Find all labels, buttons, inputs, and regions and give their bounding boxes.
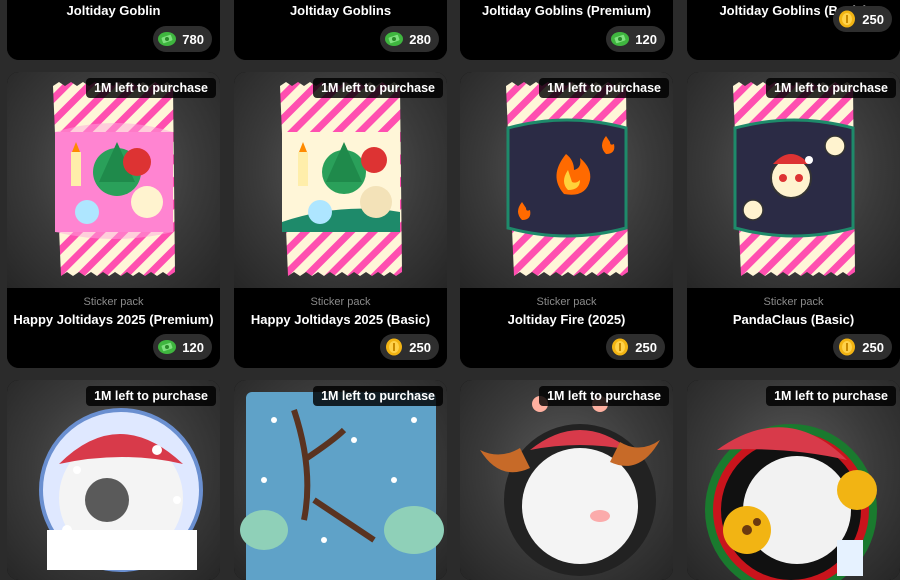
shop-card[interactable]: 1M left to purchase bbox=[7, 380, 220, 580]
price-pill: 250 bbox=[380, 334, 439, 360]
sticker-pack-card[interactable]: 1M left to purchase Sticker pack Happy J… bbox=[234, 72, 447, 368]
shop-card[interactable]: 1M left to purchase bbox=[687, 380, 900, 580]
price-value: 250 bbox=[409, 339, 431, 355]
shop-card[interactable]: Joltiday Goblins (Premium) 120 bbox=[460, 0, 673, 60]
pack-artwork bbox=[234, 72, 447, 288]
price-value: 250 bbox=[862, 11, 884, 27]
price-pill: 120 bbox=[153, 334, 212, 360]
price-value: 120 bbox=[182, 339, 204, 355]
price-pill: 120 bbox=[606, 26, 665, 52]
price-pill: 280 bbox=[380, 26, 439, 52]
shop-card[interactable]: 1M left to purchase bbox=[234, 380, 447, 580]
shop-card[interactable]: Joltiday Goblins (Basic) 250 bbox=[687, 0, 900, 60]
price-value: 250 bbox=[862, 339, 884, 355]
sticker-pack-card[interactable]: 1M left to purchase Sticker pack PandaCl… bbox=[687, 72, 900, 368]
coin-icon bbox=[384, 338, 404, 356]
cash-icon bbox=[610, 30, 630, 48]
card-title: PandaClaus (Basic) bbox=[732, 312, 855, 327]
price-pill: 250 bbox=[606, 334, 665, 360]
avatar-artwork bbox=[234, 380, 447, 580]
card-title: Joltiday Goblins (Premium) bbox=[481, 3, 652, 18]
sticker-pack-card[interactable]: 1M left to purchase Sticker pack Joltida… bbox=[460, 72, 673, 368]
stock-badge: 1M left to purchase bbox=[766, 78, 896, 98]
card-title: Joltiday Fire (2025) bbox=[507, 312, 626, 327]
stock-badge: 1M left to purchase bbox=[86, 78, 216, 98]
card-title: Joltiday Goblins bbox=[289, 3, 392, 18]
cash-icon bbox=[157, 30, 177, 48]
coin-icon bbox=[610, 338, 630, 356]
card-type: Sticker pack bbox=[763, 296, 824, 308]
cash-icon bbox=[384, 30, 404, 48]
shop-grid: Joltiday Goblin 780 Joltiday Goblins 280… bbox=[0, 0, 900, 580]
card-title: Happy Joltidays 2025 (Basic) bbox=[250, 312, 431, 327]
price-value: 780 bbox=[182, 31, 204, 47]
stock-badge: 1M left to purchase bbox=[313, 386, 443, 406]
avatar-artwork bbox=[687, 380, 900, 580]
coin-icon bbox=[837, 338, 857, 356]
card-type: Sticker pack bbox=[310, 296, 371, 308]
price-pill: 250 bbox=[833, 334, 892, 360]
card-title: Joltiday Goblin bbox=[66, 3, 161, 18]
stock-badge: 1M left to purchase bbox=[766, 386, 896, 406]
coin-icon bbox=[837, 10, 857, 28]
card-type: Sticker pack bbox=[83, 296, 144, 308]
pack-artwork bbox=[460, 72, 673, 288]
price-value: 280 bbox=[409, 31, 431, 47]
price-value: 120 bbox=[635, 31, 657, 47]
stock-badge: 1M left to purchase bbox=[539, 78, 669, 98]
shop-card[interactable]: 1M left to purchase bbox=[460, 380, 673, 580]
stock-badge: 1M left to purchase bbox=[86, 386, 216, 406]
stock-badge: 1M left to purchase bbox=[539, 386, 669, 406]
card-type: Sticker pack bbox=[536, 296, 597, 308]
sticker-pack-card[interactable]: 1M left to purchase Sticker pack Happy J… bbox=[7, 72, 220, 368]
stock-badge: 1M left to purchase bbox=[313, 78, 443, 98]
price-value: 250 bbox=[635, 339, 657, 355]
shop-card[interactable]: Joltiday Goblins 280 bbox=[234, 0, 447, 60]
pack-artwork bbox=[687, 72, 900, 288]
price-pill: 780 bbox=[153, 26, 212, 52]
price-pill: 250 bbox=[833, 6, 892, 32]
pack-artwork bbox=[7, 72, 220, 288]
cash-icon bbox=[157, 338, 177, 356]
avatar-artwork bbox=[460, 380, 673, 580]
shop-card[interactable]: Joltiday Goblin 780 bbox=[7, 0, 220, 60]
avatar-artwork bbox=[7, 380, 220, 580]
card-title: Happy Joltidays 2025 (Premium) bbox=[13, 312, 214, 327]
